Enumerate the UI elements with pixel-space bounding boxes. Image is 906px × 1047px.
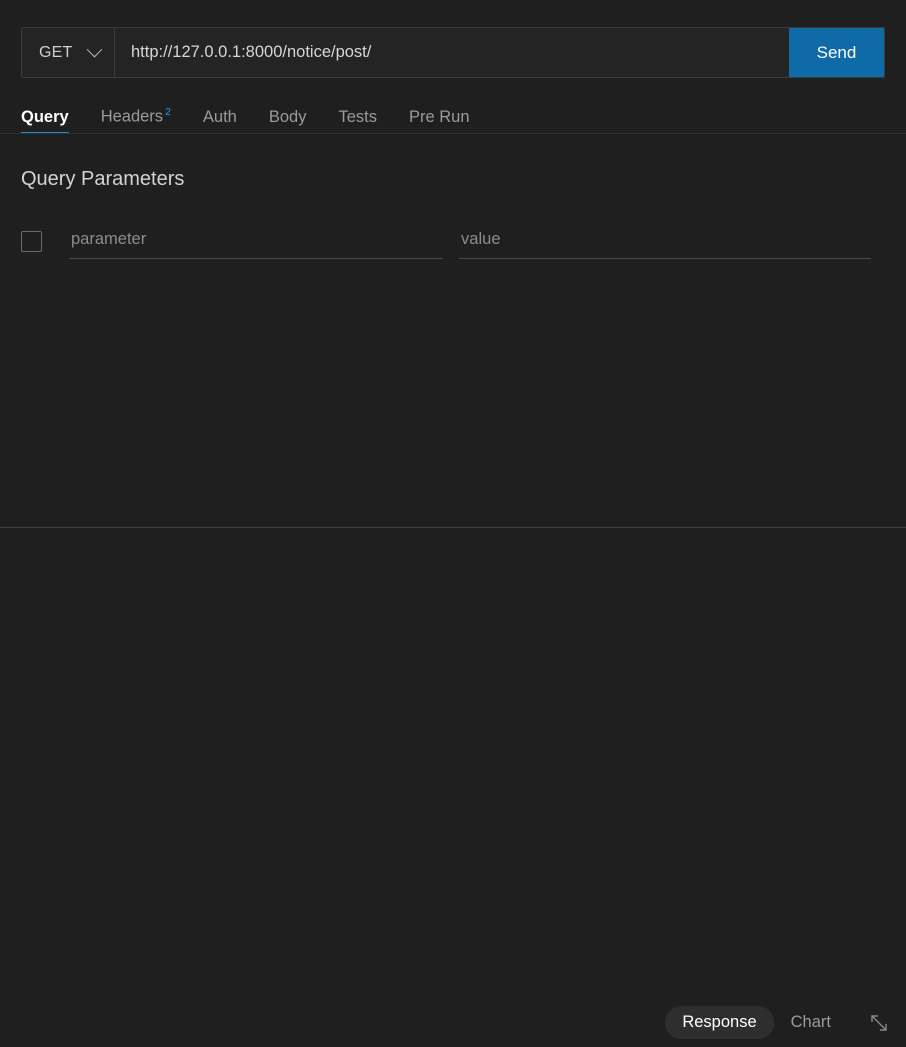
expand-diagonal-icon[interactable] [866, 1010, 892, 1036]
chevron-down-icon [86, 41, 103, 58]
view-toggle-chart[interactable]: Chart [774, 1006, 848, 1039]
tab-label: Body [268, 107, 307, 126]
http-method-select[interactable]: GET [22, 28, 115, 77]
tab-label: Headers [100, 107, 164, 126]
response-view-toggle: Response Chart [665, 1006, 892, 1039]
request-tab-tests[interactable]: Tests [322, 107, 393, 135]
request-panel: GET Send Query Headers2 Auth Body Tests Pre R… [0, 0, 906, 528]
tab-label: Auth [202, 107, 237, 126]
url-input[interactable] [115, 28, 789, 77]
query-param-name-input[interactable] [69, 224, 444, 259]
request-tab-pre-run[interactable]: Pre Run [393, 107, 486, 135]
query-param-enabled-checkbox[interactable] [21, 231, 42, 252]
request-tab-body[interactable]: Body [253, 107, 323, 135]
tab-badge-count: 2 [165, 106, 171, 118]
query-param-value-input[interactable] [459, 224, 871, 259]
request-tab-auth[interactable]: Auth [187, 107, 253, 135]
tab-label: Pre Run [408, 107, 470, 126]
query-param-row [21, 224, 871, 259]
url-bar: GET Send [21, 27, 885, 78]
tab-label: Tests [338, 107, 377, 126]
response-panel: Status:200 OK Size:602 Bytes Time:42 ms … [0, 528, 906, 1047]
send-button[interactable]: Send [789, 28, 884, 77]
request-tabs: Query Headers 2 Auth Body Tests Pre Run [21, 96, 486, 134]
view-toggle-response[interactable]: Response [665, 1006, 774, 1039]
http-method-label: GET [39, 43, 73, 61]
rest-client-window: GET Send Query Headers2 Auth Body Tests Pre R… [0, 0, 906, 1047]
tab-label: Query [21, 107, 69, 126]
request-tab-query[interactable]: Query [21, 107, 85, 135]
request-tabs-divider [0, 133, 906, 134]
request-tab-headers[interactable]: Headers 2 [85, 107, 187, 134]
query-parameters-title: Query Parameters [21, 168, 185, 190]
